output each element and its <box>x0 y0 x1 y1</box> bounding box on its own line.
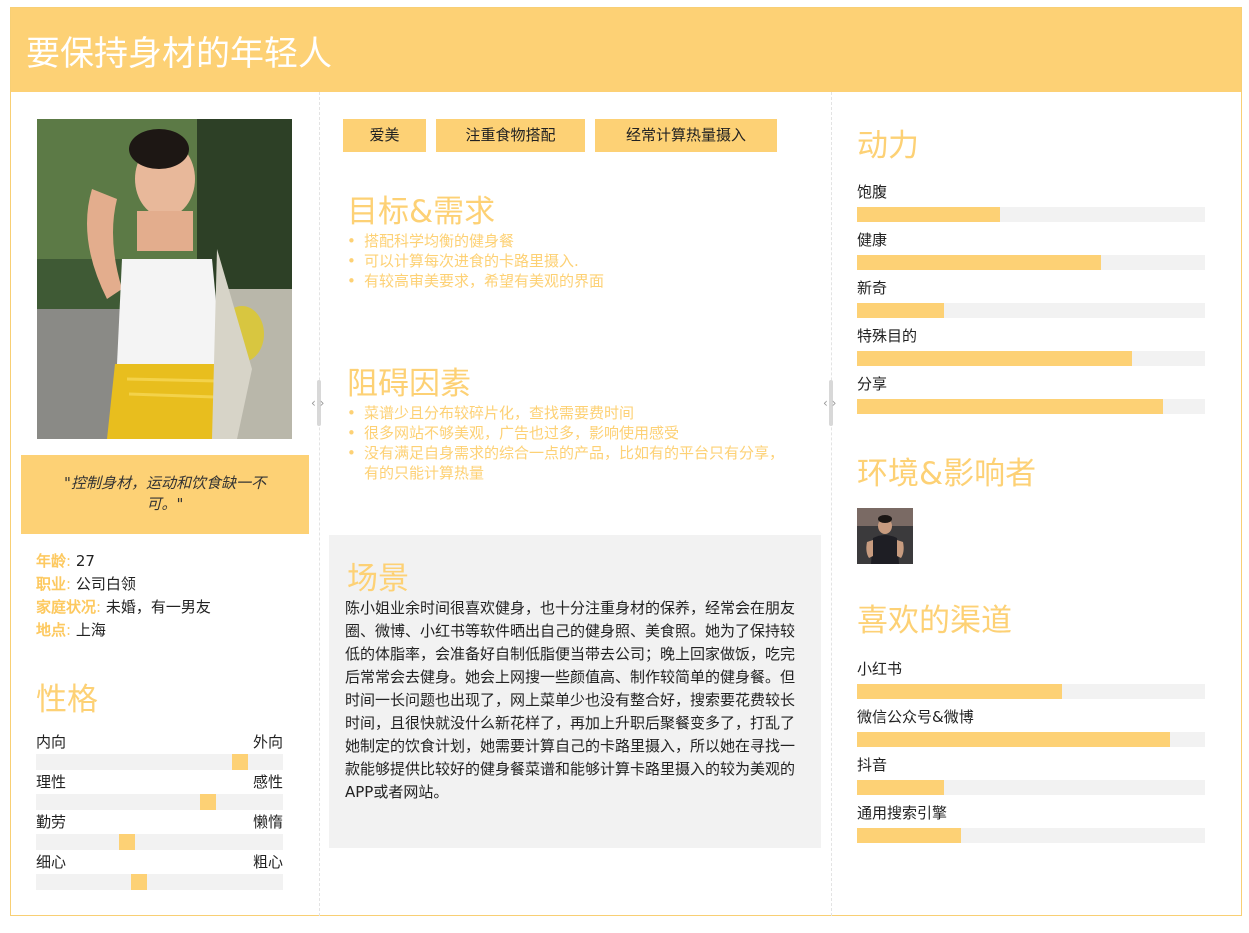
trait-marker <box>200 794 216 810</box>
channel-label: 微信公众号&微博 <box>857 708 974 726</box>
obstacles-title: 阻碍因素 <box>347 366 471 402</box>
personality-title: 性格 <box>36 682 98 718</box>
motivation-bar <box>857 399 1205 414</box>
info-value: 27 <box>71 552 95 570</box>
motivation-bar-fill <box>857 207 1000 222</box>
channel-label: 小红书 <box>857 660 903 678</box>
info-key: 职业 <box>36 575 67 593</box>
info-row: 职业: 公司白领 <box>36 573 211 596</box>
scene-panel: 场景 陈小姐业余时间很喜欢健身，也十分注重身材的保养，经常会在朋友圈、微博、小红… <box>329 535 821 848</box>
trait-right-label: 外向 <box>252 733 283 751</box>
trait-left-label: 勤劳 <box>36 813 67 831</box>
motivation-bar <box>857 255 1205 270</box>
channel-bar-fill <box>857 780 944 795</box>
list-item: 有较高审美要求，希望有美观的界面 <box>347 271 807 291</box>
scene-title: 场景 <box>347 561 409 597</box>
environment-title: 环境&影响者 <box>857 456 1037 492</box>
info-value: 未婚，有一男友 <box>101 598 211 616</box>
motivation-bar-fill <box>857 303 944 318</box>
column-divider-right <box>831 92 832 916</box>
persona-photo <box>37 119 292 439</box>
tag: 注重食物搭配 <box>436 119 585 152</box>
channel-label: 抖音 <box>857 756 888 774</box>
motivation-title: 动力 <box>857 128 919 164</box>
motivation-label: 健康 <box>857 231 888 249</box>
trait-left-label: 理性 <box>36 773 67 791</box>
channels-title: 喜欢的渠道 <box>857 603 1012 639</box>
motivation-label: 新奇 <box>857 279 888 297</box>
resize-arrows-left-icon: ‹ › <box>311 396 325 410</box>
column-divider-left <box>319 92 320 916</box>
trait-scale <box>36 754 283 770</box>
trait-right-label: 懒惰 <box>252 813 283 831</box>
tag: 爱美 <box>343 119 426 152</box>
header-bar: 要保持身材的年轻人 <box>11 8 1241 92</box>
trait-left-label: 细心 <box>36 853 67 871</box>
trait-marker <box>232 754 248 770</box>
motivation-bar <box>857 207 1205 222</box>
channel-bar <box>857 684 1205 699</box>
motivation-label: 特殊目的 <box>857 327 918 345</box>
motivation-label: 饱腹 <box>857 183 888 201</box>
scene-text: 陈小姐业余时间很喜欢健身，也十分注重身材的保养，经常会在朋友圈、微博、小红书等软… <box>345 599 796 801</box>
list-item: 菜谱少且分布较碎片化，查找需要费时间 <box>347 403 797 423</box>
trait-scale <box>36 794 283 810</box>
info-key: 家庭状况 <box>36 598 97 616</box>
channel-bar <box>857 780 1205 795</box>
list-item: 很多网站不够美观，广告也过多，影响使用感受 <box>347 423 797 443</box>
motivation-bar-fill <box>857 399 1164 414</box>
channel-bar-fill <box>857 684 1063 699</box>
trait-left-label: 内向 <box>36 733 67 751</box>
persona-card: 要保持身材的年轻人 ‹ › ‹ › "控制身材，运动和饮食缺一不可。" 年龄: … <box>10 7 1242 916</box>
motivation-bar <box>857 351 1205 366</box>
motivation-bar-fill <box>857 351 1132 366</box>
goals-list: 搭配科学均衡的健身餐 可以计算每次进食的卡路里摄入. 有较高审美要求，希望有美观… <box>347 231 807 291</box>
trait-scale <box>36 834 283 850</box>
goals-title: 目标&需求 <box>347 194 496 230</box>
trait-right-label: 感性 <box>252 773 283 791</box>
channel-bar <box>857 828 1205 843</box>
info-key: 地点 <box>36 621 67 639</box>
list-item: 可以计算每次进食的卡路里摄入. <box>347 251 807 271</box>
info-value: 公司白领 <box>71 575 136 593</box>
influencer-avatar[interactable] <box>857 508 913 564</box>
persona-info: 年龄: 27 职业: 公司白领 家庭状况: 未婚，有一男友 地点: 上海 <box>36 550 211 642</box>
trait-right-label: 粗心 <box>252 853 283 871</box>
info-row: 地点: 上海 <box>36 619 211 642</box>
trait-scale <box>36 874 283 890</box>
channel-bar-fill <box>857 732 1171 747</box>
info-row: 年龄: 27 <box>36 550 211 573</box>
info-value: 上海 <box>71 621 106 639</box>
channel-bar-fill <box>857 828 962 843</box>
tag: 经常计算热量摄入 <box>595 119 777 152</box>
obstacles-list: 菜谱少且分布较碎片化，查找需要费时间 很多网站不够美观，广告也过多，影响使用感受… <box>347 403 797 483</box>
motivation-label: 分享 <box>857 375 888 393</box>
page-title: 要保持身材的年轻人 <box>26 34 332 74</box>
channel-label: 通用搜索引擎 <box>857 804 948 822</box>
trait-marker <box>119 834 135 850</box>
info-row: 家庭状况: 未婚，有一男友 <box>36 596 211 619</box>
motivation-bar-fill <box>857 255 1101 270</box>
info-key: 年龄 <box>36 552 67 570</box>
motivation-bar <box>857 303 1205 318</box>
list-item: 搭配科学均衡的健身餐 <box>347 231 807 251</box>
channel-bar <box>857 732 1205 747</box>
list-item: 没有满足自身需求的综合一点的产品，比如有的平台只有分享，有的只能计算热量 <box>347 443 797 483</box>
trait-marker <box>131 874 147 890</box>
persona-quote: "控制身材，运动和饮食缺一不可。" <box>21 455 309 534</box>
resize-arrows-right-icon: ‹ › <box>823 396 837 410</box>
